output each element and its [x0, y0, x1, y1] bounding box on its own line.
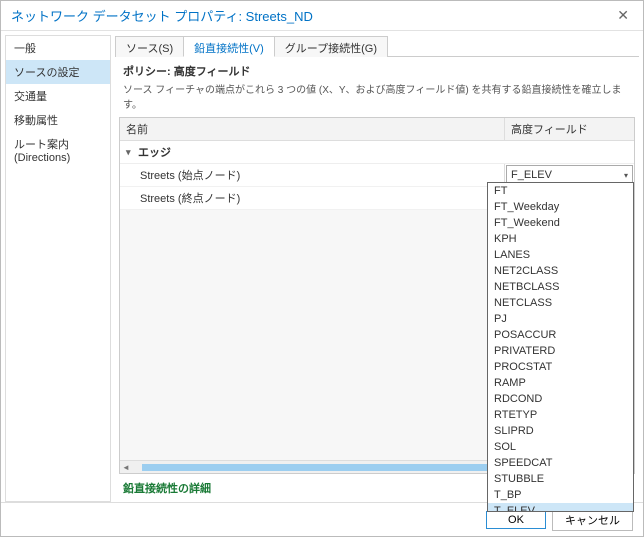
dropdown-option[interactable]: FT — [488, 183, 633, 199]
dropdown-option[interactable]: PROCSTAT — [488, 359, 633, 375]
dropdown-option[interactable]: POSACCUR — [488, 327, 633, 343]
chevron-down-icon: ▾ — [126, 147, 138, 158]
sidebar-item-4[interactable]: ルート案内 (Directions) — [6, 132, 110, 168]
policy-desc: ソース フィーチャの端点がこれら 3 つの値 (X、Y、および高度フィールド値)… — [123, 79, 631, 111]
tabs: ソース(S)鉛直接続性(V)グループ接続性(G) — [115, 35, 639, 57]
dropdown-option[interactable]: KPH — [488, 231, 633, 247]
dropdown-option[interactable]: NET2CLASS — [488, 263, 633, 279]
group-label: エッジ — [138, 144, 171, 160]
dropdown-option[interactable]: RTETYP — [488, 407, 633, 423]
tab-0[interactable]: ソース(S) — [115, 36, 184, 57]
sidebar: 一般ソースの設定交通量移動属性ルート案内 (Directions) — [5, 35, 111, 502]
dropdown-option[interactable]: RDCOND — [488, 391, 633, 407]
dialog-window: ネットワーク データセット プロパティ: Streets_ND ✕ 一般ソースの… — [0, 0, 644, 537]
elevation-field-dropdown[interactable]: FTFT_WeekdayFT_WeekendKPHLANESNET2CLASSN… — [487, 182, 634, 512]
tab-1[interactable]: 鉛直接続性(V) — [183, 36, 275, 57]
grid-header: 名前 高度フィールド — [120, 118, 634, 141]
scroll-left-icon[interactable]: ◄ — [120, 463, 132, 472]
dropdown-option[interactable]: FT_Weekend — [488, 215, 633, 231]
dialog-body: 一般ソースの設定交通量移動属性ルート案内 (Directions) ソース(S)… — [1, 31, 643, 502]
sidebar-item-2[interactable]: 交通量 — [6, 84, 110, 108]
group-row-edges[interactable]: ▾ エッジ — [120, 141, 634, 164]
policy-title: ポリシー: 高度フィールド — [123, 63, 631, 79]
row-name: Streets (終点ノード) — [120, 187, 504, 209]
policy-block: ポリシー: 高度フィールド ソース フィーチャの端点がこれら 3 つの値 (X、… — [115, 57, 639, 113]
dropdown-option[interactable]: STUBBLE — [488, 471, 633, 487]
main-panel: ソース(S)鉛直接続性(V)グループ接続性(G) ポリシー: 高度フィールド ソ… — [115, 35, 639, 502]
dropdown-option[interactable]: T_ELEV — [488, 503, 633, 512]
dropdown-option[interactable]: SOL — [488, 439, 633, 455]
col-header-name[interactable]: 名前 — [120, 118, 504, 140]
dropdown-option[interactable]: NETCLASS — [488, 295, 633, 311]
window-title: ネットワーク データセット プロパティ: Streets_ND — [11, 6, 313, 25]
row-name: Streets (始点ノード) — [120, 164, 504, 186]
col-header-field[interactable]: 高度フィールド — [504, 118, 634, 140]
titlebar: ネットワーク データセット プロパティ: Streets_ND ✕ — [1, 1, 643, 31]
ok-button[interactable]: OK — [486, 511, 546, 529]
dropdown-option[interactable]: SLIPRD — [488, 423, 633, 439]
close-icon[interactable]: ✕ — [611, 5, 635, 26]
chevron-down-icon: ▾ — [624, 171, 628, 180]
dropdown-option[interactable]: RAMP — [488, 375, 633, 391]
dropdown-option[interactable]: PRIVATERD — [488, 343, 633, 359]
dropdown-option[interactable]: T_BP — [488, 487, 633, 503]
sidebar-item-1[interactable]: ソースの設定 — [6, 60, 110, 84]
dropdown-option[interactable]: LANES — [488, 247, 633, 263]
dropdown-option[interactable]: FT_Weekday — [488, 199, 633, 215]
dropdown-option[interactable]: SPEEDCAT — [488, 455, 633, 471]
dropdown-option[interactable]: PJ — [488, 311, 633, 327]
tab-2[interactable]: グループ接続性(G) — [274, 36, 388, 57]
dropdown-option[interactable]: NETBCLASS — [488, 279, 633, 295]
sidebar-item-0[interactable]: 一般 — [6, 36, 110, 60]
combo-value: F_ELEV — [511, 169, 552, 181]
sidebar-item-3[interactable]: 移動属性 — [6, 108, 110, 132]
